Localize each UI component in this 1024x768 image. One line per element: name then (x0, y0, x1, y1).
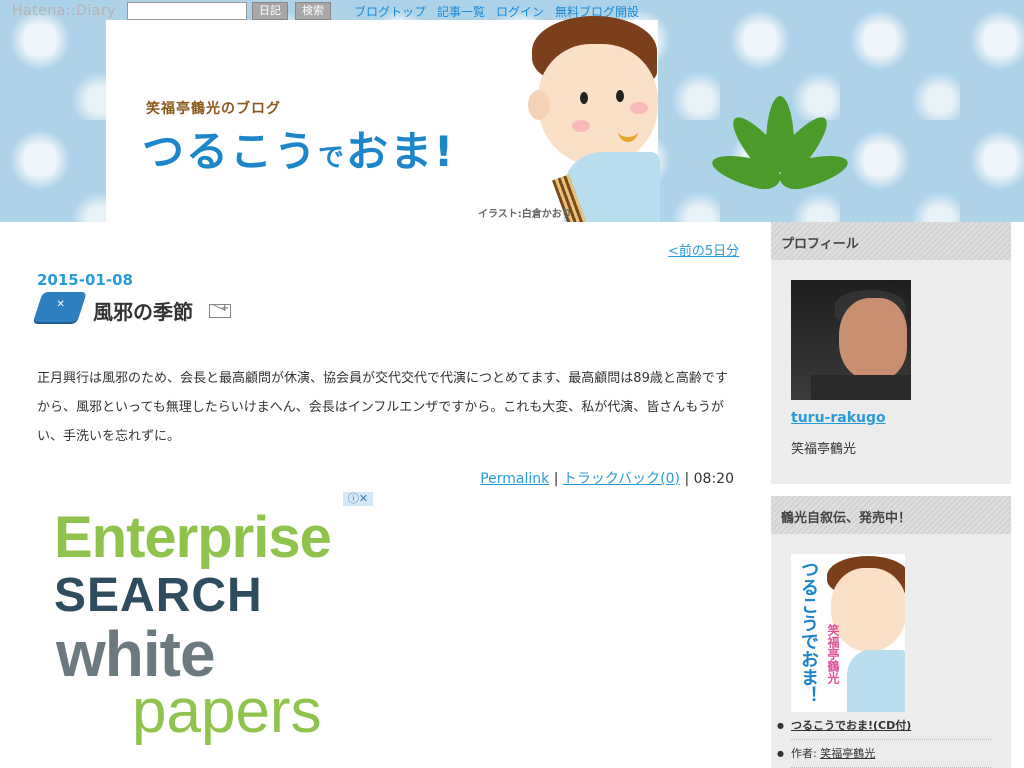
book-module: 鶴光自叙伝、発売中！ つるこうでおま！ 笑福亭鶴光 つるこうでおま!(CD付) … (771, 496, 1011, 768)
book-cover-author: 笑福亭鶴光 (826, 624, 840, 684)
diary-button[interactable]: 日記 (252, 2, 288, 20)
blog-title-part2: おま! (346, 127, 456, 176)
book-heading: 鶴光自叙伝、発売中！ (771, 496, 1011, 534)
author-label: 作者: (791, 747, 821, 760)
hatena-top-bar: Hatena::Diary 日記 検索 ブログトップ 記事一覧 ログイン 無料ブログ開… (0, 0, 1024, 22)
category-icon[interactable]: ✕ (33, 292, 87, 322)
profile-photo[interactable] (791, 280, 911, 400)
entry-date[interactable]: 2015-01-08 (37, 271, 133, 289)
profile-module: プロフィール turu-rakugo 笑福亭鶴光 (771, 222, 1011, 484)
blog-subtitle: 笑福亭鶴光のブログ (146, 101, 281, 117)
blog-title-small: で (318, 143, 347, 173)
ad-choices-icon[interactable]: ⓘ✕ (343, 492, 373, 506)
nav-blog-top[interactable]: ブログトップ (354, 5, 426, 19)
mail-icon[interactable] (209, 303, 231, 318)
book-title-link[interactable]: つるこうでおま!(CD付) (791, 719, 911, 732)
previous-five-days-link[interactable]: <前の5日分 (668, 240, 739, 259)
profile-user-id-link[interactable]: turu-rakugo (791, 410, 886, 426)
search-input[interactable] (127, 2, 247, 20)
book-cover-image[interactable]: つるこうでおま！ 笑福亭鶴光 (791, 554, 905, 712)
entry-footer: Permalink | トラックバック(0) | 08:20 (0, 468, 734, 488)
advertisement[interactable]: ⓘ✕ Enterprise SEARCH white papers (40, 490, 375, 760)
nav-login[interactable]: ログイン (496, 5, 544, 19)
list-item: 作者: 笑福亭鶴光 (777, 740, 991, 768)
profile-name: 笑福亭鶴光 (791, 442, 857, 457)
illustration-credit: イラスト:白倉かおり (478, 209, 572, 220)
ad-headline-enterprise: Enterprise (54, 505, 332, 570)
blog-title-part1: つるこう (142, 127, 319, 176)
ad-headline-papers: papers (132, 677, 322, 746)
entry-title[interactable]: 風邪の季節 (93, 296, 193, 325)
trackback-link[interactable]: トラックバック(0) (563, 471, 680, 487)
search-button[interactable]: 検索 (295, 2, 331, 20)
book-details-list: つるこうでおま!(CD付) 作者: 笑福亭鶴光 (777, 712, 991, 768)
nav-free-blog-signup[interactable]: 無料ブログ開設 (555, 5, 639, 19)
permalink-link[interactable]: Permalink (480, 471, 549, 487)
footer-separator: | (684, 471, 690, 487)
ad-headline-search: SEARCH (54, 569, 263, 622)
footer-separator: | (553, 471, 559, 487)
bamboo-leaf-decoration (708, 96, 852, 194)
blog-title[interactable]: つるこうでおま! (142, 118, 455, 179)
nav-article-list[interactable]: 記事一覧 (437, 5, 485, 19)
profile-heading: プロフィール (771, 222, 1011, 260)
blog-banner[interactable]: 笑福亭鶴光のブログ つるこうでおま! イラスト:白倉かおり (0, 0, 1024, 222)
book-cover-title: つるこうでおま！ (798, 560, 819, 704)
entry-body: 正月興行は風邪のため、会長と最高顧問が休演、協会員が交代交代で代演につとめてます… (37, 371, 728, 444)
top-navigation: ブログトップ 記事一覧 ログイン 無料ブログ開設 (354, 3, 650, 20)
book-author-link[interactable]: 笑福亭鶴光 (820, 747, 875, 760)
list-item: つるこうでおま!(CD付) (777, 712, 991, 740)
entry-time: 08:20 (693, 471, 734, 487)
hatena-diary-logo[interactable]: Hatena::Diary (12, 3, 116, 19)
cartoon-illustration (520, 16, 660, 222)
